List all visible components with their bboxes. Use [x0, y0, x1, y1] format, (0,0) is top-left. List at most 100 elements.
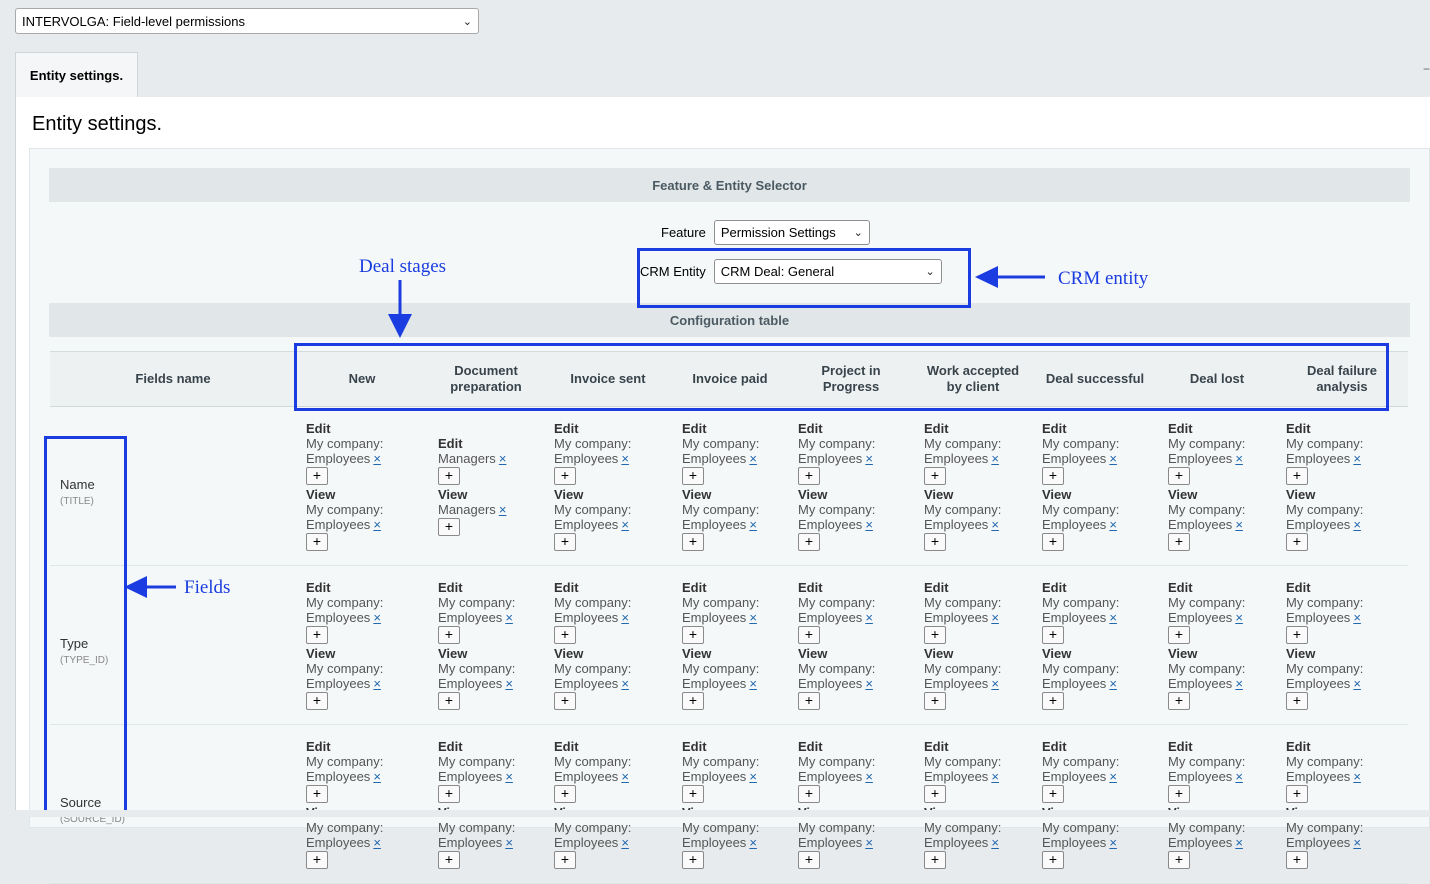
remove-icon[interactable]: × [1109, 835, 1117, 850]
add-edit-button[interactable]: + [438, 467, 460, 485]
add-view-button[interactable]: + [306, 851, 328, 869]
add-view-button[interactable]: + [1168, 851, 1190, 869]
add-view-button[interactable]: + [1286, 533, 1308, 551]
add-view-button[interactable]: + [1286, 851, 1308, 869]
add-edit-button[interactable]: + [306, 785, 328, 803]
add-view-button[interactable]: + [1168, 692, 1190, 710]
remove-icon[interactable]: × [991, 835, 999, 850]
add-view-button[interactable]: + [798, 851, 820, 869]
remove-icon[interactable]: × [621, 517, 629, 532]
remove-icon[interactable]: × [505, 676, 513, 691]
add-edit-button[interactable]: + [554, 467, 576, 485]
remove-icon[interactable]: × [621, 676, 629, 691]
add-edit-button[interactable]: + [682, 467, 704, 485]
remove-icon[interactable]: × [1235, 835, 1243, 850]
remove-icon[interactable]: × [1235, 676, 1243, 691]
remove-icon[interactable]: × [749, 769, 757, 784]
remove-icon[interactable]: × [505, 835, 513, 850]
add-edit-button[interactable]: + [438, 626, 460, 644]
add-view-button[interactable]: + [924, 533, 946, 551]
remove-icon[interactable]: × [1353, 610, 1361, 625]
remove-icon[interactable]: × [1353, 676, 1361, 691]
remove-icon[interactable]: × [991, 676, 999, 691]
add-edit-button[interactable]: + [1286, 467, 1308, 485]
remove-icon[interactable]: × [865, 676, 873, 691]
remove-icon[interactable]: × [749, 517, 757, 532]
remove-icon[interactable]: × [373, 769, 381, 784]
remove-icon[interactable]: × [621, 835, 629, 850]
add-edit-button[interactable]: + [438, 785, 460, 803]
add-view-button[interactable]: + [438, 692, 460, 710]
add-view-button[interactable]: + [924, 692, 946, 710]
remove-icon[interactable]: × [621, 451, 629, 466]
remove-icon[interactable]: × [373, 610, 381, 625]
remove-icon[interactable]: × [991, 769, 999, 784]
module-select[interactable]: INTERVOLGA: Field-level permissions ⌄ [15, 8, 479, 34]
remove-icon[interactable]: × [865, 835, 873, 850]
remove-icon[interactable]: × [499, 451, 507, 466]
remove-icon[interactable]: × [1353, 769, 1361, 784]
remove-icon[interactable]: × [865, 610, 873, 625]
remove-icon[interactable]: × [865, 451, 873, 466]
add-view-button[interactable]: + [682, 533, 704, 551]
add-edit-button[interactable]: + [798, 626, 820, 644]
remove-icon[interactable]: × [991, 610, 999, 625]
remove-icon[interactable]: × [1109, 676, 1117, 691]
remove-icon[interactable]: × [865, 517, 873, 532]
remove-icon[interactable]: × [749, 451, 757, 466]
add-view-button[interactable]: + [798, 533, 820, 551]
add-edit-button[interactable]: + [306, 626, 328, 644]
add-edit-button[interactable]: + [682, 626, 704, 644]
add-edit-button[interactable]: + [798, 467, 820, 485]
remove-icon[interactable]: × [865, 769, 873, 784]
remove-icon[interactable]: × [373, 517, 381, 532]
tab-entity-settings[interactable]: Entity settings. [15, 52, 138, 98]
remove-icon[interactable]: × [749, 610, 757, 625]
add-view-button[interactable]: + [306, 692, 328, 710]
add-edit-button[interactable]: + [924, 785, 946, 803]
remove-icon[interactable]: × [1235, 451, 1243, 466]
remove-icon[interactable]: × [621, 769, 629, 784]
add-edit-button[interactable]: + [1042, 626, 1064, 644]
add-view-button[interactable]: + [554, 851, 576, 869]
add-view-button[interactable]: + [554, 692, 576, 710]
remove-icon[interactable]: × [1235, 769, 1243, 784]
remove-icon[interactable]: × [1235, 517, 1243, 532]
remove-icon[interactable]: × [505, 610, 513, 625]
remove-icon[interactable]: × [1109, 517, 1117, 532]
add-edit-button[interactable]: + [1168, 626, 1190, 644]
add-view-button[interactable]: + [438, 518, 460, 536]
remove-icon[interactable]: × [1353, 835, 1361, 850]
remove-icon[interactable]: × [1109, 451, 1117, 466]
remove-icon[interactable]: × [749, 676, 757, 691]
add-edit-button[interactable]: + [554, 785, 576, 803]
remove-icon[interactable]: × [505, 769, 513, 784]
remove-icon[interactable]: × [1235, 610, 1243, 625]
add-edit-button[interactable]: + [924, 626, 946, 644]
add-view-button[interactable]: + [1042, 692, 1064, 710]
remove-icon[interactable]: × [1353, 451, 1361, 466]
add-view-button[interactable]: + [1168, 533, 1190, 551]
add-view-button[interactable]: + [1042, 533, 1064, 551]
add-edit-button[interactable]: + [1168, 785, 1190, 803]
remove-icon[interactable]: × [373, 835, 381, 850]
add-view-button[interactable]: + [554, 533, 576, 551]
feature-select[interactable]: Permission Settings ⌄ [713, 220, 870, 245]
add-edit-button[interactable]: + [1168, 467, 1190, 485]
add-view-button[interactable]: + [682, 692, 704, 710]
add-edit-button[interactable]: + [682, 785, 704, 803]
add-edit-button[interactable]: + [1042, 467, 1064, 485]
add-view-button[interactable]: + [1286, 692, 1308, 710]
remove-icon[interactable]: × [749, 835, 757, 850]
collapse-icon[interactable]: − [1423, 62, 1430, 76]
add-edit-button[interactable]: + [1042, 785, 1064, 803]
remove-icon[interactable]: × [621, 610, 629, 625]
remove-icon[interactable]: × [991, 517, 999, 532]
add-edit-button[interactable]: + [1286, 626, 1308, 644]
add-view-button[interactable]: + [438, 851, 460, 869]
add-edit-button[interactable]: + [306, 467, 328, 485]
remove-icon[interactable]: × [1353, 517, 1361, 532]
remove-icon[interactable]: × [1109, 769, 1117, 784]
remove-icon[interactable]: × [499, 502, 507, 517]
add-edit-button[interactable]: + [554, 626, 576, 644]
